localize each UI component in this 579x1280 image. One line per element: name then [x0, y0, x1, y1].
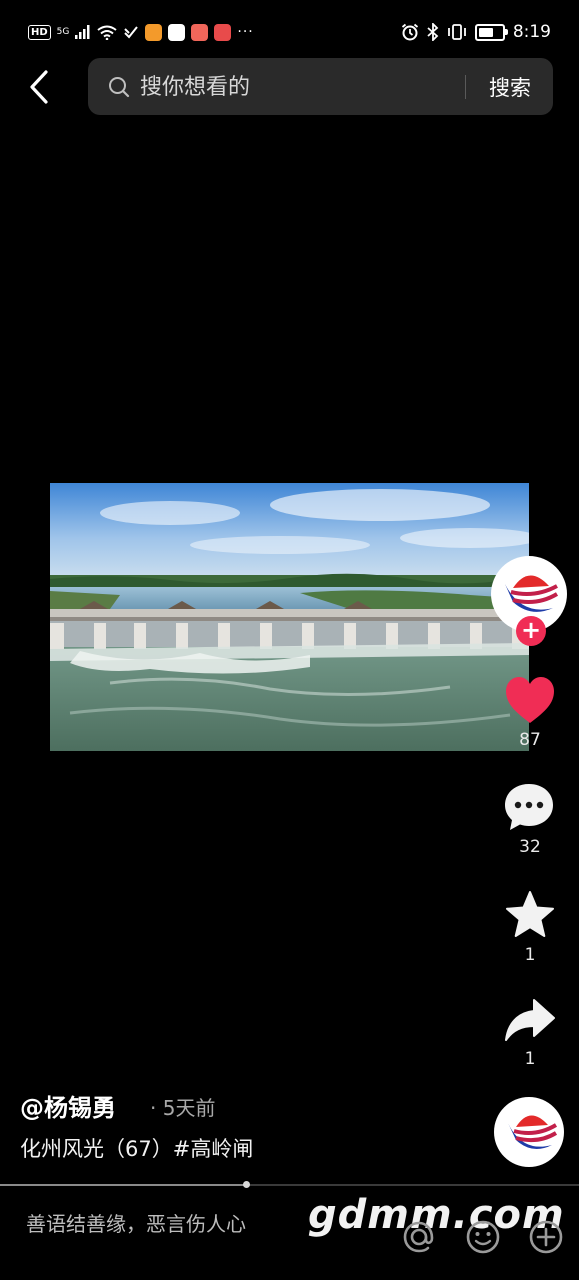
app-notification-icon — [191, 23, 209, 41]
video-caption[interactable]: 化州风光（67）#高岭闸 — [20, 1133, 253, 1163]
video-frame-river-dam — [50, 483, 529, 751]
music-disc[interactable] — [494, 1097, 564, 1167]
search-input[interactable] — [140, 72, 450, 102]
app-notification-icon — [214, 23, 232, 41]
signal-icon — [75, 25, 90, 39]
status-left-icons: HD 5G ··· — [28, 22, 254, 42]
share-count: 1 — [524, 1049, 536, 1069]
chevron-left-icon — [30, 70, 48, 104]
network-type: 5G — [56, 26, 70, 37]
alarm-icon — [401, 23, 418, 41]
battery-icon — [474, 23, 508, 41]
clock: 8:19 — [512, 22, 551, 42]
video-player[interactable] — [50, 483, 529, 751]
favorite-count: 1 — [524, 945, 536, 965]
app-notification-icon — [145, 23, 163, 41]
favorite-star-icon[interactable] — [504, 890, 556, 940]
comment-input[interactable] — [26, 1206, 316, 1242]
comment-bubble-icon[interactable] — [503, 782, 555, 832]
bluetooth-icon — [427, 23, 439, 41]
comment-count: 32 — [519, 837, 541, 857]
like-heart-icon[interactable] — [504, 675, 556, 725]
progress-fill — [0, 1184, 247, 1186]
music-disc-logo — [495, 1098, 563, 1166]
like-count: 87 — [519, 730, 541, 750]
follow-button[interactable]: + — [516, 616, 546, 646]
vibrate-icon — [447, 24, 466, 40]
search-divider — [465, 75, 466, 99]
more-notifications-icon: ··· — [237, 24, 254, 40]
mention-at-icon[interactable] — [400, 1218, 438, 1256]
author-name[interactable]: @杨锡勇 — [20, 1088, 116, 1123]
search-button[interactable]: 搜索 — [478, 72, 542, 104]
app-notification-icon — [168, 23, 186, 41]
wifi-icon — [97, 25, 117, 40]
post-time: · 5天前 — [150, 1096, 216, 1120]
status-bar: HD 5G ··· 8:19 — [0, 0, 579, 62]
back-button[interactable] — [22, 66, 60, 108]
hd-indicator: HD — [28, 24, 51, 40]
progress-handle[interactable] — [243, 1181, 251, 1188]
share-arrow-icon[interactable] — [504, 998, 556, 1044]
add-plus-icon[interactable] — [527, 1218, 565, 1256]
link-icon — [124, 26, 139, 39]
status-right-icons: 8:19 — [401, 20, 551, 44]
search-icon — [109, 77, 130, 98]
emoji-icon[interactable] — [464, 1218, 502, 1256]
